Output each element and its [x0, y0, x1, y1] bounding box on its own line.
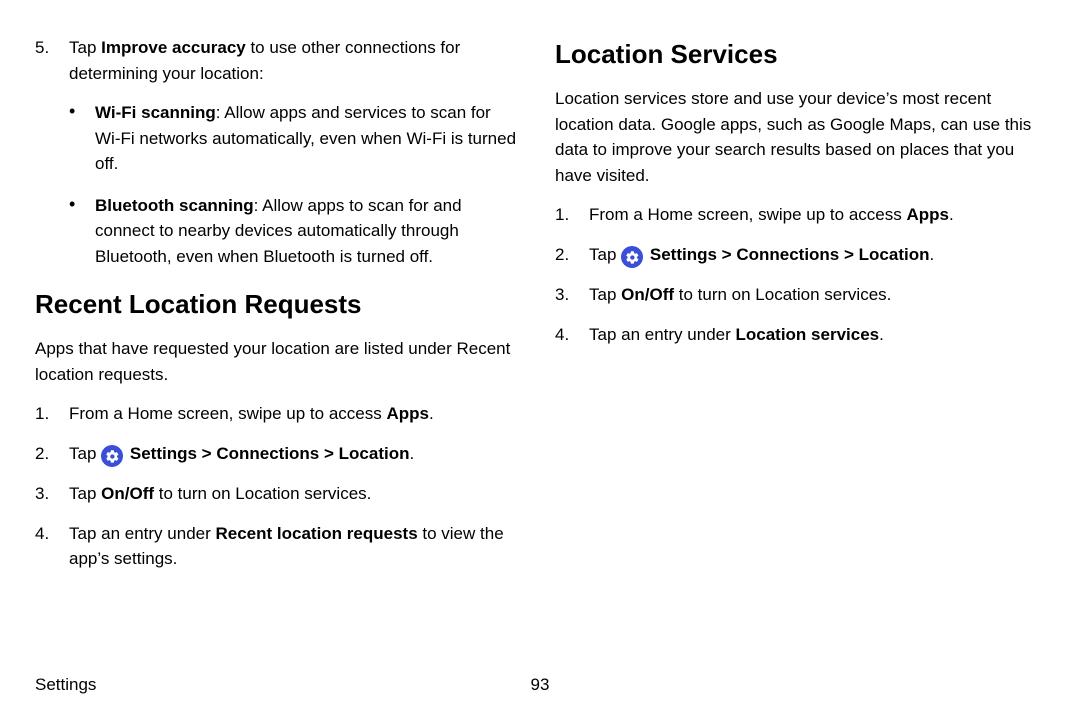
chevron: >: [319, 444, 338, 463]
step-4: 4. Tap an entry under Location services.: [555, 322, 1045, 348]
step-number: 3.: [555, 282, 589, 308]
text-post: .: [929, 245, 934, 264]
step-5: 5. Tap Improve accuracy to use other con…: [35, 35, 525, 86]
page-footer: Settings 93: [35, 675, 1045, 695]
text-pre: From a Home screen, swipe up to access: [69, 404, 386, 423]
step-text: Tap On/Off to turn on Location services.: [589, 282, 1045, 308]
text-pre: Tap: [69, 38, 101, 57]
left-column: 5. Tap Improve accuracy to use other con…: [35, 35, 525, 665]
text-pre: Tap: [69, 484, 101, 503]
text-bold: Location services: [735, 325, 879, 344]
body-paragraph: Location services store and use your dev…: [555, 86, 1045, 188]
text-post: .: [949, 205, 954, 224]
path-location: Location: [339, 444, 410, 463]
step-text: From a Home screen, swipe up to access A…: [69, 401, 525, 427]
text-post: .: [429, 404, 434, 423]
bullet-dot: •: [69, 100, 95, 177]
heading-recent-location-requests: Recent Location Requests: [35, 285, 525, 324]
body-paragraph: Apps that have requested your location a…: [35, 336, 525, 387]
path-connections: Connections: [216, 444, 319, 463]
step-1: 1. From a Home screen, swipe up to acces…: [35, 401, 525, 427]
step-2: 2. Tap Settings > Connections > Location…: [555, 242, 1045, 269]
step-3: 3. Tap On/Off to turn on Location servic…: [35, 481, 525, 507]
step-3: 3. Tap On/Off to turn on Location servic…: [555, 282, 1045, 308]
footer-section-label: Settings: [35, 675, 96, 694]
text-pre: Tap: [589, 285, 621, 304]
text-post: .: [409, 444, 414, 463]
path-connections: Connections: [736, 245, 839, 264]
gear-icon: [105, 449, 120, 464]
step-number: 1.: [35, 401, 69, 427]
settings-icon: [101, 445, 123, 467]
text-bold: Recent location requests: [215, 524, 417, 543]
step-1: 1. From a Home screen, swipe up to acces…: [555, 202, 1045, 228]
text-bold: Bluetooth scanning: [95, 196, 254, 215]
text-bold: Improve accuracy: [101, 38, 246, 57]
step-text: Tap Settings > Connections > Location.: [589, 242, 1045, 269]
content-columns: 5. Tap Improve accuracy to use other con…: [35, 35, 1045, 665]
text-post: to turn on Location services.: [154, 484, 371, 503]
text-bold: Wi‑Fi scanning: [95, 103, 216, 122]
step-text: From a Home screen, swipe up to access A…: [589, 202, 1045, 228]
step-text: Tap Settings > Connections > Location.: [69, 441, 525, 468]
heading-location-services: Location Services: [555, 35, 1045, 74]
step-number: 2.: [555, 242, 589, 269]
step-4: 4. Tap an entry under Recent location re…: [35, 521, 525, 572]
step-number: 2.: [35, 441, 69, 468]
text-bold: On/Off: [621, 285, 674, 304]
path-location: Location: [859, 245, 930, 264]
text-pre: Tap: [69, 444, 101, 463]
step-text: Tap On/Off to turn on Location services.: [69, 481, 525, 507]
bullet-text: Wi‑Fi scanning: Allow apps and services …: [95, 100, 525, 177]
chevron: >: [717, 245, 736, 264]
gear-icon: [625, 250, 640, 265]
text-bold: Apps: [906, 205, 949, 224]
step-number: 3.: [35, 481, 69, 507]
bullet-dot: •: [69, 193, 95, 270]
step-text: Tap an entry under Recent location reque…: [69, 521, 525, 572]
text-pre: Tap: [589, 245, 621, 264]
path-settings: Settings: [130, 444, 197, 463]
bullet-text: Bluetooth scanning: Allow apps to scan f…: [95, 193, 525, 270]
chevron: >: [839, 245, 858, 264]
text-post: to turn on Location services.: [674, 285, 891, 304]
step-number: 5.: [35, 35, 69, 86]
step-2: 2. Tap Settings > Connections > Location…: [35, 441, 525, 468]
text-bold: Apps: [386, 404, 429, 423]
step-number: 4.: [35, 521, 69, 572]
chevron: >: [197, 444, 216, 463]
bullet-list: • Wi‑Fi scanning: Allow apps and service…: [69, 100, 525, 269]
text-pre: Tap an entry under: [69, 524, 215, 543]
step-text: Tap Improve accuracy to use other connec…: [69, 35, 525, 86]
bullet-wifi-scanning: • Wi‑Fi scanning: Allow apps and service…: [69, 100, 525, 177]
text-bold: On/Off: [101, 484, 154, 503]
bullet-bluetooth-scanning: • Bluetooth scanning: Allow apps to scan…: [69, 193, 525, 270]
step-number: 4.: [555, 322, 589, 348]
text-pre: From a Home screen, swipe up to access: [589, 205, 906, 224]
path-settings: Settings: [650, 245, 717, 264]
right-column: Location Services Location services stor…: [555, 35, 1045, 665]
text-post: .: [879, 325, 884, 344]
page-number: 93: [531, 675, 550, 695]
text-pre: Tap an entry under: [589, 325, 735, 344]
step-text: Tap an entry under Location services.: [589, 322, 1045, 348]
step-number: 1.: [555, 202, 589, 228]
settings-icon: [621, 246, 643, 268]
